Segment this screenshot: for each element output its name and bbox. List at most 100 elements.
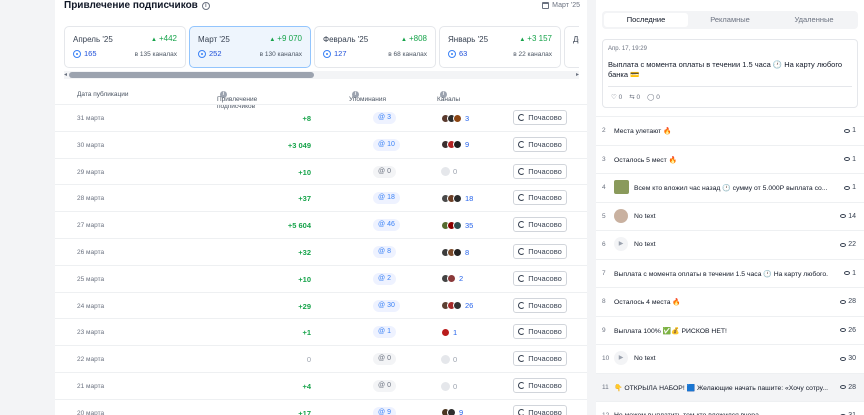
mention-icon: @ bbox=[378, 140, 386, 148]
hourly-button[interactable]: Почасово bbox=[513, 404, 567, 415]
post-preview: Всем кто вложил час назад 🕐 сумму от 5.0… bbox=[634, 185, 828, 192]
hourly-button[interactable]: Почасово bbox=[513, 378, 567, 393]
hourly-button[interactable]: Почасово bbox=[513, 217, 567, 233]
post-preview: Выплата 100% ✅💰 РИСКОВ НЕТ! bbox=[614, 327, 727, 335]
header-mentions: Упоминания i bbox=[349, 91, 387, 103]
panel-title: Привлечение подписчиков i bbox=[64, 0, 210, 11]
refresh-icon bbox=[518, 355, 526, 363]
channel-avatar bbox=[441, 327, 450, 337]
divider bbox=[608, 86, 852, 87]
eye-icon bbox=[844, 271, 851, 275]
row-channels[interactable]: 1 bbox=[441, 325, 457, 339]
row-channels[interactable]: 35 bbox=[441, 218, 473, 232]
row-mentions[interactable]: @ 46 bbox=[373, 219, 400, 232]
post-number: 2 bbox=[602, 127, 606, 134]
hourly-button[interactable]: Почасово bbox=[513, 110, 567, 125]
scroll-left-icon[interactable]: ◂ bbox=[64, 71, 67, 78]
month-delta: ▲ +442 bbox=[151, 34, 177, 43]
post-list-item[interactable]: 8 Осталось 4 места 🔥 28 bbox=[596, 287, 864, 316]
tab-latest[interactable]: Последние bbox=[604, 13, 688, 27]
row-channels[interactable]: 8 bbox=[441, 245, 469, 259]
row-mentions[interactable]: @ 0 bbox=[373, 165, 396, 178]
row-channels[interactable]: 18 bbox=[441, 191, 473, 205]
post-list-item[interactable]: 10 ▶ No text 30 bbox=[596, 344, 864, 373]
hourly-button[interactable]: Почасово bbox=[513, 244, 567, 259]
eye-icon bbox=[844, 185, 851, 190]
row-date: 25 марта bbox=[77, 275, 105, 283]
row-mentions[interactable]: @ 30 bbox=[373, 299, 400, 312]
post-card[interactable]: Апр. 17, 19:29 Выплата с момента оплаты … bbox=[602, 39, 858, 108]
post-list-item[interactable]: 5 No text 14 bbox=[596, 201, 864, 231]
post-list-item[interactable]: 3 Осталось 5 мест 🔥 1 bbox=[596, 144, 864, 174]
post-number: 7 bbox=[602, 269, 606, 277]
row-mentions[interactable]: @ 8 bbox=[373, 246, 396, 258]
channel-avatar bbox=[447, 274, 456, 284]
mention-icon: @ bbox=[378, 194, 386, 202]
month-selector[interactable]: Март '25 bbox=[542, 2, 580, 9]
post-stats: ♡ 0 ⇆ 0 ◯ 0 bbox=[611, 93, 660, 101]
channel-avatar bbox=[441, 381, 450, 391]
scrollbar-thumb[interactable] bbox=[69, 72, 314, 78]
mention-icon: @ bbox=[378, 328, 386, 336]
row-mentions[interactable]: @ 1 bbox=[373, 326, 396, 339]
row-mentions[interactable]: @ 9 bbox=[373, 406, 396, 415]
post-list-item[interactable]: 6 ▶ No text 22 bbox=[596, 230, 864, 259]
arrow-up-icon: ▲ bbox=[401, 37, 407, 43]
post-list-item[interactable]: 12Не можем выплатить тем кто вложился вч… bbox=[596, 401, 864, 415]
row-channels[interactable]: 26 bbox=[441, 299, 473, 313]
row-mentions[interactable]: @ 0 bbox=[373, 380, 396, 392]
row-channels[interactable]: 9 bbox=[441, 138, 469, 152]
post-list-item[interactable]: 2 Места улетают 🔥 1 bbox=[596, 116, 864, 145]
row-mentions[interactable]: @ 10 bbox=[373, 138, 400, 151]
month-card[interactable]: Январь '25 ▲ +3 157 63 в 22 каналах bbox=[439, 26, 561, 68]
row-mentions[interactable]: @ 2 bbox=[373, 272, 396, 285]
channel-avatar bbox=[453, 113, 462, 123]
scroll-right-icon[interactable]: ▸ bbox=[576, 71, 579, 78]
hourly-button[interactable]: Почасово bbox=[513, 297, 567, 313]
table-row: 25 марта +10 @ 2 2 Почасово bbox=[55, 264, 587, 292]
month-card[interactable]: Апрель '25 ▲ +442 165 в 135 каналах bbox=[64, 26, 186, 68]
row-mentions[interactable]: @ 3 bbox=[373, 112, 396, 124]
eye-icon bbox=[840, 299, 847, 304]
month-name: Апрель '25 bbox=[73, 35, 113, 44]
row-growth: 0 bbox=[306, 355, 311, 365]
row-channels[interactable]: 0 bbox=[441, 379, 457, 393]
row-growth: +1 bbox=[302, 328, 311, 338]
month-name: Де bbox=[573, 35, 579, 44]
post-avatar bbox=[614, 208, 628, 223]
post-list-item[interactable]: 11 👇 ОТКРЫЛА НАБОР! 🟦 Желающие начать паш… bbox=[596, 372, 864, 401]
info-icon[interactable]: i bbox=[201, 1, 210, 10]
row-channels[interactable]: 9 bbox=[441, 406, 463, 415]
tab-ads[interactable]: Рекламные bbox=[688, 13, 772, 27]
horizontal-scrollbar[interactable]: ◂ ▸ bbox=[64, 71, 579, 79]
mentions-count: 252 bbox=[198, 49, 222, 58]
play-icon: ▶ bbox=[614, 237, 628, 251]
row-channels[interactable]: 0 bbox=[441, 352, 457, 366]
hourly-button[interactable]: Почасово bbox=[513, 136, 567, 152]
row-channels[interactable]: 2 bbox=[441, 272, 463, 286]
hourly-button[interactable]: Почасово bbox=[513, 324, 567, 340]
post-preview: 👇 ОТКРЫЛА НАБОР! 🟦 Желающие начать пашит… bbox=[614, 384, 828, 392]
row-channels[interactable]: 0 bbox=[441, 165, 457, 179]
post-number: 6 bbox=[602, 241, 606, 248]
post-list-item[interactable]: 7 Выплата с момента оплаты в течении 1.5 … bbox=[596, 258, 864, 288]
tab-deleted[interactable]: Удаленные bbox=[772, 13, 856, 27]
row-mentions[interactable]: @ 0 bbox=[373, 353, 396, 366]
row-date: 20 марта bbox=[77, 409, 105, 415]
hourly-button[interactable]: Почасово bbox=[513, 351, 567, 367]
post-list-item[interactable]: 4 Всем кто вложил час назад 🕐 сумму от 5.… bbox=[596, 173, 864, 202]
month-card[interactable]: Де bbox=[564, 26, 579, 68]
row-date: 27 марта bbox=[77, 222, 105, 230]
hourly-button[interactable]: Почасово bbox=[513, 270, 567, 286]
row-channels[interactable]: 3 bbox=[441, 111, 469, 125]
month-card[interactable]: Март '25 ▲ +9 070 252 в 130 каналах bbox=[189, 26, 311, 68]
mention-icon: @ bbox=[378, 408, 386, 415]
hourly-button[interactable]: Почасово bbox=[513, 190, 567, 206]
month-name: Январь '25 bbox=[448, 35, 489, 44]
row-mentions[interactable]: @ 18 bbox=[373, 192, 400, 205]
channel-avatar bbox=[453, 301, 462, 311]
hourly-button[interactable]: Почасово bbox=[513, 163, 567, 179]
vertical-scrollbar[interactable] bbox=[590, 0, 593, 415]
post-list-item[interactable]: 9 Выплата 100% ✅💰 РИСКОВ НЕТ! 26 bbox=[596, 315, 864, 345]
month-card[interactable]: Февраль '25 ▲ +808 127 в 68 каналах bbox=[314, 26, 436, 68]
